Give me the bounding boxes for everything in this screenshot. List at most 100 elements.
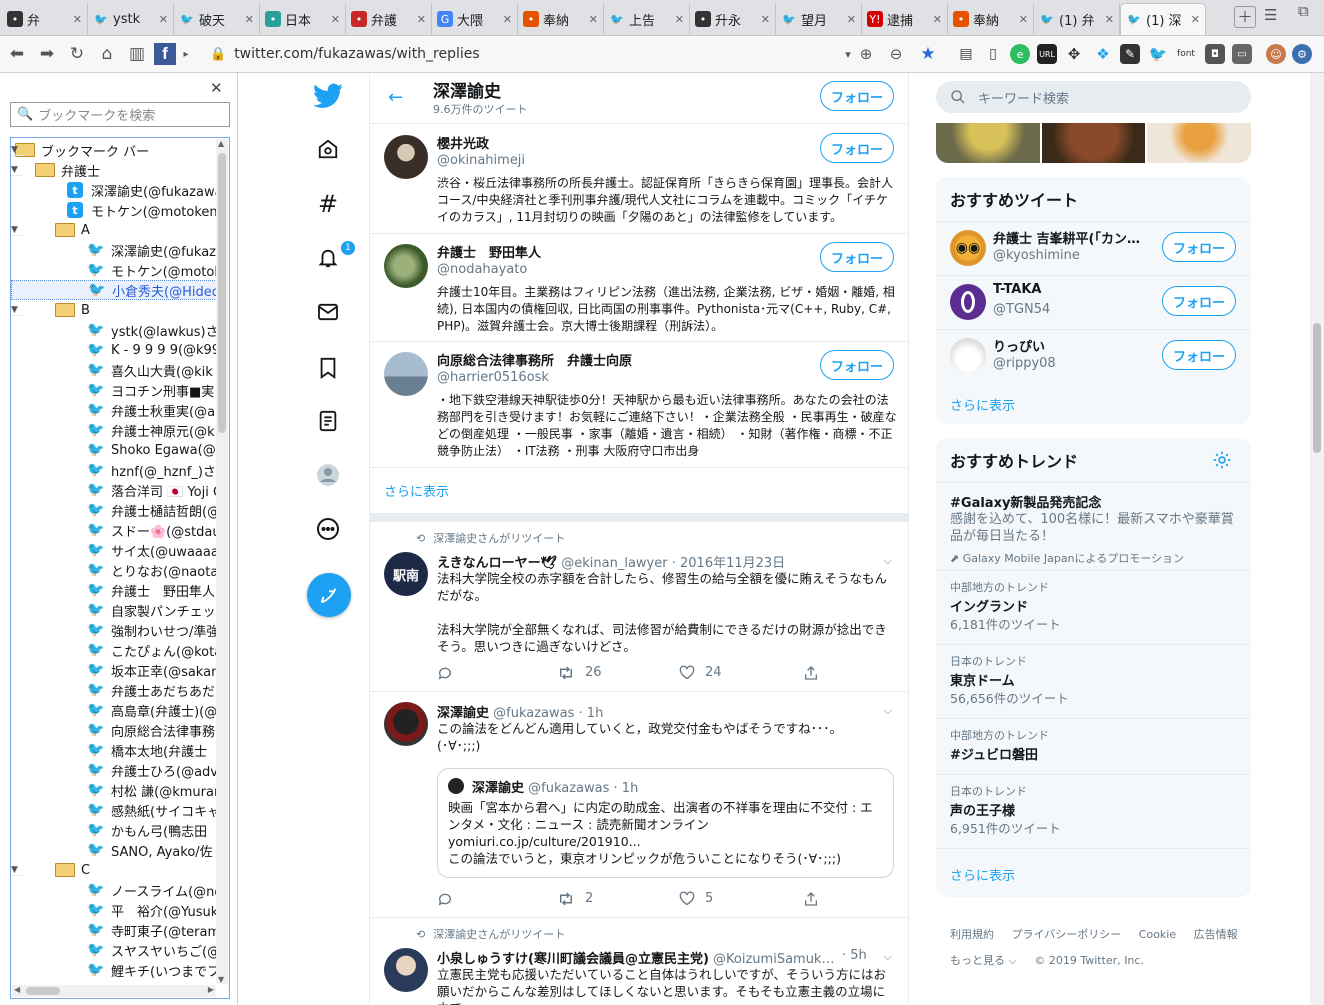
home-icon[interactable]: ⌂ [94, 41, 120, 67]
bookmark-icon[interactable]: ▯ [983, 44, 1003, 64]
bookmark-item[interactable]: 🐦 とりなお(@naotar [11, 560, 221, 580]
bookmark-folder[interactable]: ▼ C [11, 860, 221, 880]
address-bar[interactable]: 🔒 twitter.com/fukazawas/with_replies [210, 41, 930, 67]
bookmark-item[interactable]: 🐦 落合洋司 🇯🇵 Yoji O [11, 480, 221, 500]
tweet-time[interactable]: · 1h [579, 706, 604, 721]
white-cat-avatar[interactable] [950, 338, 986, 374]
reply-icon[interactable] [437, 665, 453, 681]
bookmark-item[interactable]: 🐦 K - 9 9 9 9(@k99 [11, 340, 221, 360]
suggestion-name[interactable]: りっぴい [993, 336, 1143, 355]
twitter-search-input[interactable]: キーワード検索 [936, 81, 1251, 113]
scroll-down-icon[interactable]: ▼ [218, 975, 224, 984]
user-name[interactable]: 弁護士 野田隼人 [437, 242, 541, 261]
bookmark-item[interactable]: 🐦 村松 謙(@kmurar [11, 780, 221, 800]
bookmark-item[interactable]: 🐦 弁護士ひろ(@adv [11, 760, 221, 780]
bookmark-item[interactable]: t モトケン(@motoken_ [11, 200, 221, 220]
browser-tab[interactable]: • 弁 ✕ [2, 3, 88, 35]
bookmark-item[interactable]: 🐦 強制わいせつ/準強 [11, 620, 221, 640]
tree-vertical-scrollbar[interactable]: ▲ ▼ [216, 139, 228, 984]
tweet[interactable]: ⟲ 深澤諭史さんがリツイート 小泉しゅうすけ(寒川町議会議員@立憲民主党) @Ko… [370, 918, 908, 1005]
trend-item[interactable]: 日本のトレンド 声の王子様 6,951件のツイート [936, 774, 1251, 848]
bookmark-item[interactable]: 🐦 ヨコチン刑事■実 [11, 380, 221, 400]
lists-icon[interactable] [312, 405, 344, 437]
close-tab-icon[interactable]: ✕ [847, 13, 856, 26]
terms-link[interactable]: 利用規約 [950, 928, 994, 941]
bookmark-item[interactable]: 🐦 小倉秀夫(@Hided [11, 280, 221, 300]
follow-button[interactable]: フォロー [1162, 340, 1236, 370]
zoom-in-icon[interactable]: ⊕ [856, 44, 876, 64]
evernote-icon[interactable]: e [1010, 44, 1030, 64]
bookmark-item[interactable]: 🐦 鯉キチ(いつまでフ [11, 960, 221, 980]
ads-info-link[interactable]: 広告情報 [1194, 928, 1238, 941]
bookmark-folder[interactable]: ▼ ブックマーク バー [11, 140, 221, 160]
tweet[interactable]: ⟲ 深澤諭史さんがリツイート 駅南 えきなんローヤー🕊 @ekinan_lawye… [370, 522, 908, 692]
show-more-link[interactable]: さらに表示 [384, 481, 449, 500]
avatar[interactable] [384, 702, 428, 746]
browser-tab[interactable]: • 日本 ✕ [260, 3, 346, 35]
tab-list-icon[interactable]: ☰ [1264, 6, 1277, 24]
close-tab-icon[interactable]: ✕ [245, 13, 254, 26]
avatar[interactable] [384, 948, 428, 992]
bookmark-star-icon[interactable]: ★ [918, 44, 938, 64]
browser-tab[interactable]: 🐦 (1) 弁 ✕ [1034, 3, 1120, 35]
media-thumbnails[interactable] [936, 123, 1251, 163]
bookmark-item[interactable]: 🐦 平 裕介(@Yusuk [11, 900, 221, 920]
share-icon[interactable] [803, 891, 819, 907]
bookmark-item[interactable]: 🐦 自家製パンチェッタ [11, 600, 221, 620]
like-button[interactable]: 5 [679, 891, 713, 906]
gear-icon[interactable] [1212, 450, 1232, 474]
scroll-up-icon[interactable]: ▲ [218, 139, 224, 148]
profile-icon[interactable] [312, 459, 344, 491]
bookmark-item[interactable]: 🐦 向原総合法律事務 [11, 720, 221, 740]
purple-ring-avatar[interactable] [950, 284, 986, 320]
zoom-out-icon[interactable]: ⊖ [886, 44, 906, 64]
close-tab-icon[interactable]: ✕ [73, 13, 82, 26]
bookmark-item[interactable]: 🐦 かもん弓(鴨志田 [11, 820, 221, 840]
expand-triangle-icon[interactable]: ▼ [11, 165, 23, 176]
quoted-link[interactable]: yomiuri.co.jp/culture/201910... [448, 833, 885, 850]
browser-tab[interactable]: G 大隈 ✕ [432, 3, 518, 35]
tweet-author-name[interactable]: 深澤諭史 [437, 706, 489, 721]
scrollbar-thumb[interactable] [26, 987, 60, 995]
tweet-time[interactable]: · 2016年11月23日 [672, 556, 785, 571]
bookmark-item[interactable]: 🐦 橋本太地(弁護士 [11, 740, 221, 760]
media-thumbnail[interactable] [936, 123, 1040, 163]
user-cell[interactable]: 櫻井光政 @okinahimeji フォロー 渋谷・桜丘法律事務所の所長弁護士。… [370, 125, 908, 234]
like-button[interactable]: 24 [679, 665, 722, 680]
show-more-link[interactable]: さらに表示 [950, 395, 1015, 414]
chevron-down-icon[interactable]: ⌵ [884, 950, 892, 964]
bookmark-item[interactable]: 🐦 弁護士あだちあだ [11, 680, 221, 700]
follow-button[interactable]: フォロー [1162, 232, 1236, 262]
explore-hashtag-icon[interactable]: # [312, 188, 344, 220]
back-arrow-icon[interactable]: ← [388, 87, 403, 108]
bookmark-item[interactable]: 🐦 寺町東子(@teram [11, 920, 221, 940]
follow-button[interactable]: フォロー [820, 81, 894, 111]
browser-tab[interactable]: • 弁護 ✕ [346, 3, 432, 35]
edit-icon[interactable]: ✎ [1120, 44, 1140, 64]
bookmark-item[interactable]: 🐦 深澤諭史(@fukaz [11, 240, 221, 260]
user-cell[interactable]: 弁護士 野田隼人 @nodahayato フォロー 弁護士10年目。主業務はフィ… [370, 234, 908, 342]
tweet-author-name[interactable]: えきなんローヤー🕊 [437, 556, 557, 571]
browser-tab[interactable]: Y! 逮捕 ✕ [862, 3, 948, 35]
url-shortener-icon[interactable]: URL [1037, 44, 1057, 64]
close-tab-icon[interactable]: ✕ [761, 13, 770, 26]
bookmarks-panel-icon[interactable]: ▥ [124, 41, 150, 67]
settings-gear-icon[interactable]: ⚙ [1292, 44, 1312, 64]
browser-tab[interactable]: • 奉納 ✕ [948, 3, 1034, 35]
bookmark-search-input[interactable]: 🔍 ブックマークを検索 [10, 102, 230, 127]
trend-item[interactable]: 日本のトレンド 東京ドーム 56,656件のツイート [936, 644, 1251, 718]
crosshair-icon[interactable]: ✥ [1064, 44, 1084, 64]
tweet[interactable]: 深澤諭史 @fukazawas · 1h ⌵ この論法をどんどん適用していくと，… [370, 692, 908, 918]
bookmark-item[interactable]: 🐦 hznf(@_hznf_)さん [11, 460, 221, 480]
close-tab-icon[interactable]: ✕ [589, 13, 598, 26]
privacy-link[interactable]: プライバシーポリシー [1012, 928, 1122, 941]
bookmark-folder[interactable]: ▼ 弁護士 [11, 160, 221, 180]
follow-button[interactable]: フォロー [820, 350, 894, 380]
close-tab-icon[interactable]: ✕ [159, 13, 168, 26]
facebook-icon[interactable]: f [154, 43, 176, 65]
retweet-button[interactable]: 26 [557, 665, 602, 680]
font-icon[interactable]: font [1176, 44, 1196, 64]
tweet-time[interactable]: · 5h [842, 948, 867, 963]
bookmark-item[interactable]: 🐦 スドー🌸(@stdau [11, 520, 221, 540]
more-toolbar-icon[interactable]: ▸ [180, 41, 192, 67]
